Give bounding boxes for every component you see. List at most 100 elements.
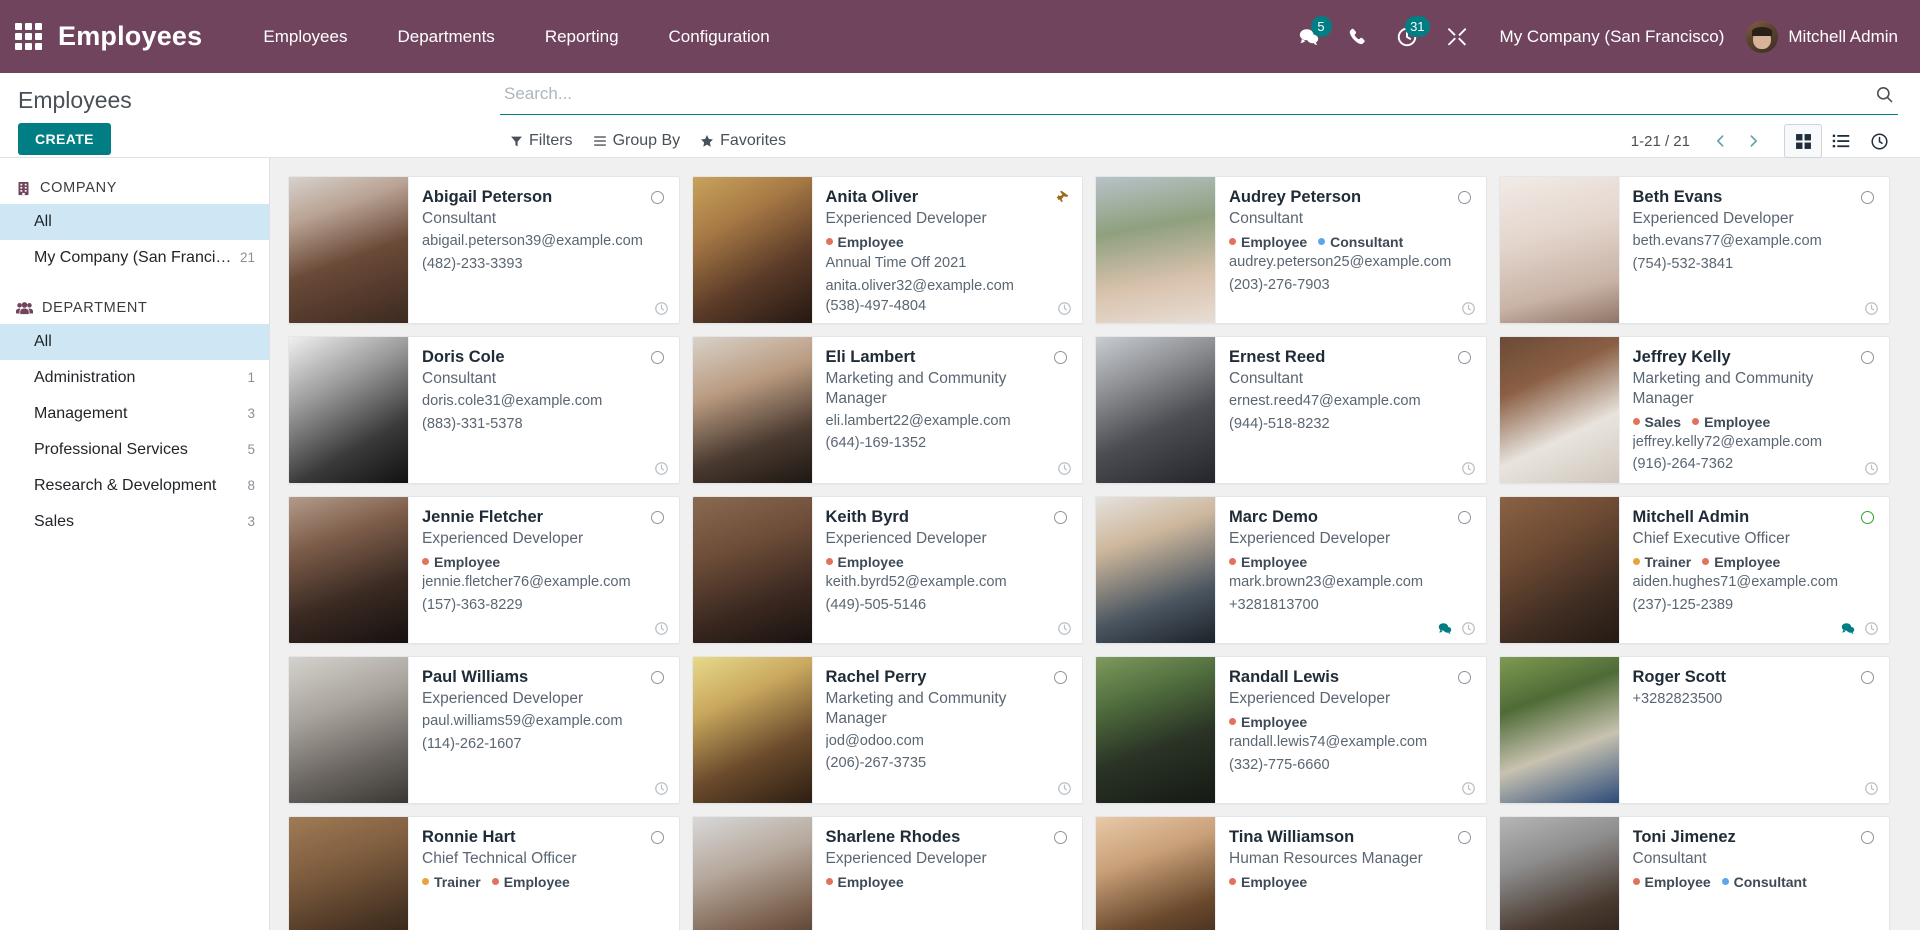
schedule-activity-clock-icon[interactable] — [1461, 621, 1476, 636]
chat-bubble-icon[interactable] — [1840, 621, 1856, 636]
phone-button[interactable] — [1334, 0, 1382, 73]
employee-card[interactable]: Doris ColeConsultantdoris.cole31@example… — [288, 336, 680, 484]
menu-item-employees[interactable]: Employees — [238, 0, 372, 73]
apps-grid-icon[interactable] — [10, 19, 46, 55]
sidebar-item-department-research-development[interactable]: Research & Development 8 — [0, 468, 269, 504]
employee-card[interactable]: Abigail PetersonConsultantabigail.peters… — [288, 176, 680, 324]
schedule-activity-clock-icon[interactable] — [654, 781, 669, 796]
user-menu[interactable]: Mitchell Admin — [1740, 21, 1898, 53]
menu-item-departments[interactable]: Departments — [372, 0, 519, 73]
employee-card[interactable]: Sharlene RhodesExperienced DeveloperEmpl… — [692, 816, 1084, 930]
presence-status-indicator[interactable] — [1458, 831, 1471, 844]
schedule-activity-clock-icon[interactable] — [1461, 461, 1476, 476]
presence-status-indicator[interactable] — [1861, 511, 1874, 524]
schedule-activity-clock-icon[interactable] — [1057, 621, 1072, 636]
chat-bubble-icon[interactable] — [1437, 621, 1453, 636]
favorites-label: Favorites — [720, 132, 786, 150]
presence-status-indicator[interactable] — [1054, 671, 1067, 684]
presence-status-indicator[interactable] — [1861, 351, 1874, 364]
employee-card[interactable]: Toni JimenezConsultantEmployeeConsultant — [1499, 816, 1891, 930]
presence-status-indicator[interactable] — [1861, 191, 1874, 204]
presence-status-indicator[interactable] — [1054, 831, 1067, 844]
presence-status-indicator[interactable] — [1458, 671, 1471, 684]
tag-label: Employee — [1241, 874, 1307, 890]
schedule-activity-clock-icon[interactable] — [1864, 621, 1879, 636]
activities-button[interactable]: 31 — [1382, 0, 1432, 73]
employee-card[interactable]: Paul WilliamsExperienced Developerpaul.w… — [288, 656, 680, 804]
employee-card[interactable]: Eli LambertMarketing and Community Manag… — [692, 336, 1084, 484]
presence-status-indicator[interactable] — [1458, 191, 1471, 204]
employee-card[interactable]: Mitchell AdminChief Executive OfficerTra… — [1499, 496, 1891, 644]
employee-card[interactable]: Ernest ReedConsultanternest.reed47@examp… — [1095, 336, 1487, 484]
pager-next-button[interactable] — [1737, 130, 1770, 152]
sidebar-item-department-professional-services[interactable]: Professional Services 5 — [0, 432, 269, 468]
employee-photo — [289, 817, 409, 930]
schedule-activity-clock-icon[interactable] — [1057, 781, 1072, 796]
employee-card[interactable]: Tina WilliamsonHuman Resources ManagerEm… — [1095, 816, 1487, 930]
employee-card[interactable]: Jeffrey KellyMarketing and Community Man… — [1499, 336, 1891, 484]
schedule-activity-clock-icon[interactable] — [1864, 461, 1879, 476]
create-button[interactable]: CREATE — [18, 123, 111, 155]
view-button-activity[interactable] — [1860, 124, 1898, 158]
presence-status-indicator[interactable] — [651, 351, 664, 364]
employee-card[interactable]: Jennie FletcherExperienced DeveloperEmpl… — [288, 496, 680, 644]
schedule-activity-clock-icon[interactable] — [654, 301, 669, 316]
sidebar-item-department-sales[interactable]: Sales 3 — [0, 504, 269, 540]
app-brand-title[interactable]: Employees — [58, 21, 202, 52]
search-input[interactable] — [500, 80, 1867, 108]
employee-card[interactable]: Keith ByrdExperienced DeveloperEmployeek… — [692, 496, 1084, 644]
employee-tag: Employee — [826, 234, 904, 250]
employee-photo — [1500, 657, 1620, 803]
presence-status-indicator[interactable] — [651, 511, 664, 524]
employee-card[interactable]: Randall LewisExperienced DeveloperEmploy… — [1095, 656, 1487, 804]
employee-card[interactable]: Ronnie HartChief Technical OfficerTraine… — [288, 816, 680, 930]
presence-status-indicator[interactable] — [1054, 351, 1067, 364]
schedule-activity-clock-icon[interactable] — [1057, 461, 1072, 476]
favorites-button[interactable]: Favorites — [690, 129, 796, 153]
company-switcher[interactable]: My Company (San Francisco) — [1482, 27, 1741, 47]
schedule-activity-clock-icon[interactable] — [1461, 301, 1476, 316]
employee-card-footer — [1057, 621, 1072, 636]
employee-card[interactable]: Beth EvansExperienced Developerbeth.evan… — [1499, 176, 1891, 324]
messages-button[interactable]: 5 — [1284, 0, 1334, 73]
schedule-activity-clock-icon[interactable] — [654, 461, 669, 476]
debug-tools-button[interactable] — [1432, 0, 1482, 73]
sidebar-item-company-my-company[interactable]: My Company (San Franci… 21 — [0, 240, 269, 276]
schedule-activity-clock-icon[interactable] — [1057, 301, 1072, 316]
employee-card[interactable]: Audrey PetersonConsultantEmployeeConsult… — [1095, 176, 1487, 324]
sidebar-item-department-all[interactable]: All — [0, 324, 269, 360]
on-leave-plane-icon[interactable] — [1054, 189, 1069, 204]
schedule-activity-clock-icon[interactable] — [1864, 781, 1879, 796]
control-panel: Employees CREATE — [0, 73, 1920, 158]
search-bar[interactable] — [500, 80, 1898, 115]
sidebar-item-department-management[interactable]: Management 3 — [0, 396, 269, 432]
view-button-kanban[interactable] — [1784, 124, 1822, 158]
schedule-activity-clock-icon[interactable] — [1864, 301, 1879, 316]
presence-status-indicator[interactable] — [1861, 671, 1874, 684]
group-by-button[interactable]: Group By — [583, 129, 691, 153]
employee-card[interactable]: Roger Scott+3282823500 — [1499, 656, 1891, 804]
search-icon[interactable] — [1867, 85, 1898, 104]
employee-card[interactable]: Marc DemoExperienced DeveloperEmployeema… — [1095, 496, 1487, 644]
presence-status-indicator[interactable] — [1054, 511, 1067, 524]
schedule-activity-clock-icon[interactable] — [654, 621, 669, 636]
presence-status-indicator[interactable] — [651, 191, 664, 204]
kanban-scroll-container[interactable]: Abigail PetersonConsultantabigail.peters… — [270, 158, 1920, 930]
employee-card[interactable]: Rachel PerryMarketing and Community Mana… — [692, 656, 1084, 804]
menu-item-configuration[interactable]: Configuration — [644, 0, 795, 73]
menu-item-reporting[interactable]: Reporting — [520, 0, 644, 73]
presence-status-indicator[interactable] — [1458, 351, 1471, 364]
pager-previous-button[interactable] — [1704, 130, 1737, 152]
tag-color-dot — [1722, 878, 1729, 885]
schedule-activity-clock-icon[interactable] — [1461, 781, 1476, 796]
presence-status-indicator[interactable] — [1861, 831, 1874, 844]
filters-button[interactable]: Filters — [500, 129, 583, 153]
presence-status-indicator[interactable] — [651, 831, 664, 844]
employee-card[interactable]: Anita OliverExperienced DeveloperEmploye… — [692, 176, 1084, 324]
presence-status-indicator[interactable] — [1458, 511, 1471, 524]
employee-email: doris.cole31@example.com — [422, 392, 666, 412]
sidebar-item-department-administration[interactable]: Administration 1 — [0, 360, 269, 396]
view-button-list[interactable] — [1822, 124, 1860, 158]
presence-status-indicator[interactable] — [651, 671, 664, 684]
sidebar-item-company-all[interactable]: All — [0, 204, 269, 240]
